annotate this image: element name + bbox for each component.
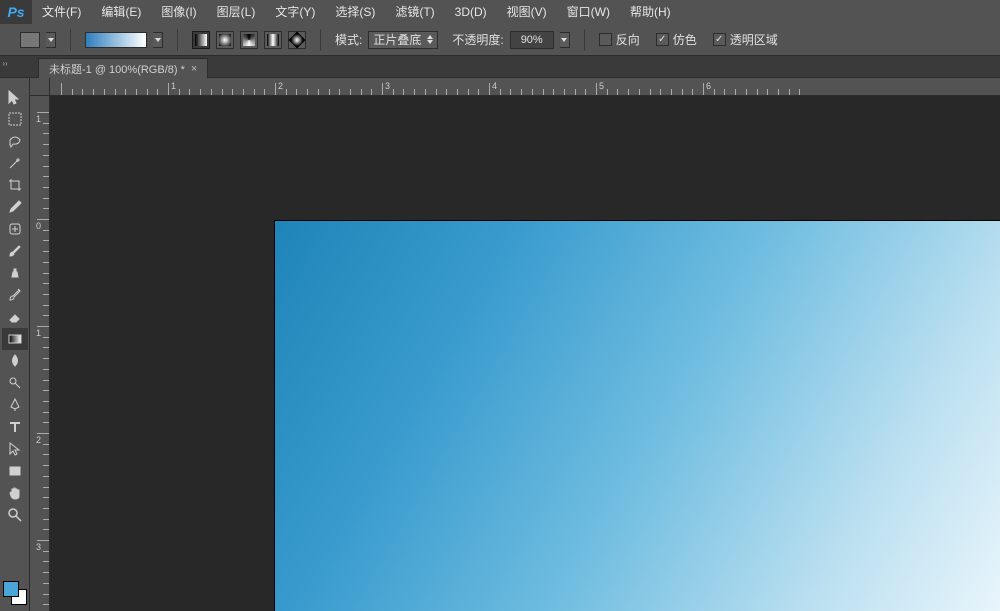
reverse-checkbox-wrap[interactable]: 反向 <box>599 31 640 48</box>
gradient-tool[interactable] <box>2 328 28 350</box>
ruler-v-label: 2 <box>36 435 41 445</box>
foreground-color-swatch[interactable] <box>3 581 19 597</box>
crop-tool[interactable] <box>2 174 28 196</box>
collapsed-panel-strip[interactable] <box>0 56 10 68</box>
menu-3d[interactable]: 3D(D) <box>445 0 497 24</box>
canvas-area: 1 2 3 4 5 6 1 0 1 2 3 <box>30 78 1000 611</box>
eyedropper-tool[interactable] <box>2 196 28 218</box>
gradient-radial-button[interactable] <box>216 31 234 49</box>
eraser-tool[interactable] <box>2 306 28 328</box>
pen-tool[interactable] <box>2 394 28 416</box>
transparency-checkbox[interactable] <box>713 33 726 46</box>
ruler-v-label: 1 <box>36 328 41 338</box>
ruler-h-label: 3 <box>385 81 390 91</box>
document-tab-bar: 未标题-1 @ 100%(RGB/8) * × <box>0 56 1000 78</box>
reverse-checkbox[interactable] <box>599 33 612 46</box>
mode-stepper <box>427 35 433 44</box>
document-canvas[interactable] <box>275 221 1000 611</box>
healing-brush-tool[interactable] <box>2 218 28 240</box>
menu-view[interactable]: 视图(V) <box>497 0 557 24</box>
gradient-diamond-button[interactable] <box>288 31 306 49</box>
ruler-h-label: 6 <box>706 81 711 91</box>
menu-edit[interactable]: 编辑(E) <box>91 0 151 24</box>
transparency-checkbox-wrap[interactable]: 透明区域 <box>713 31 778 48</box>
hand-tool[interactable] <box>2 482 28 504</box>
tool-preset-dropdown[interactable] <box>46 32 56 48</box>
menu-text[interactable]: 文字(Y) <box>265 0 325 24</box>
gradient-picker[interactable] <box>85 32 147 48</box>
close-icon[interactable]: × <box>191 63 197 75</box>
options-bar: 模式: 正片叠底 不透明度: 90% 反向 仿色 透明区域 <box>0 24 1000 56</box>
path-select-tool[interactable] <box>2 438 28 460</box>
workspace: 1 2 3 4 5 6 1 0 1 2 3 <box>0 78 1000 611</box>
transparency-label: 透明区域 <box>730 31 778 48</box>
menu-file[interactable]: 文件(F) <box>32 0 91 24</box>
menu-filter[interactable]: 滤镜(T) <box>385 0 444 24</box>
zoom-tool[interactable] <box>2 504 28 526</box>
move-tool[interactable] <box>2 86 28 108</box>
opacity-dropdown[interactable] <box>560 32 570 48</box>
blend-mode-select[interactable]: 正片叠底 <box>368 31 438 49</box>
color-swatches[interactable] <box>3 581 27 605</box>
blend-mode-value: 正片叠底 <box>373 31 421 48</box>
menu-help[interactable]: 帮助(H) <box>620 0 681 24</box>
dither-checkbox-wrap[interactable]: 仿色 <box>656 31 697 48</box>
vertical-ruler[interactable]: 1 0 1 2 3 <box>30 96 50 611</box>
marquee-tool[interactable] <box>2 108 28 130</box>
horizontal-ruler[interactable]: 1 2 3 4 5 6 <box>50 78 1000 96</box>
blur-tool[interactable] <box>2 350 28 372</box>
magic-wand-tool[interactable] <box>2 152 28 174</box>
separator <box>584 29 585 51</box>
dodge-tool[interactable] <box>2 372 28 394</box>
canvas-background <box>50 96 1000 611</box>
ruler-h-label: 1 <box>171 81 176 91</box>
menu-select[interactable]: 选择(S) <box>325 0 385 24</box>
separator <box>320 29 321 51</box>
lasso-tool[interactable] <box>2 130 28 152</box>
document-tab-title: 未标题-1 @ 100%(RGB/8) * <box>49 61 185 77</box>
app-logo[interactable]: Ps <box>0 0 32 24</box>
ruler-h-label: 2 <box>278 81 283 91</box>
ruler-v-label: 0 <box>36 221 41 231</box>
rectangle-tool[interactable] <box>2 460 28 482</box>
brush-tool[interactable] <box>2 240 28 262</box>
gradient-angle-button[interactable] <box>240 31 258 49</box>
tool-preset-picker[interactable] <box>20 32 40 48</box>
separator <box>177 29 178 51</box>
document-tab[interactable]: 未标题-1 @ 100%(RGB/8) * × <box>38 58 208 78</box>
clone-stamp-tool[interactable] <box>2 262 28 284</box>
reverse-label: 反向 <box>616 31 640 48</box>
mode-label: 模式: <box>335 31 362 48</box>
gradient-reflected-button[interactable] <box>264 31 282 49</box>
separator <box>70 29 71 51</box>
dither-label: 仿色 <box>673 31 697 48</box>
menu-bar: Ps 文件(F) 编辑(E) 图像(I) 图层(L) 文字(Y) 选择(S) 滤… <box>0 0 1000 24</box>
gradient-linear-button[interactable] <box>192 31 210 49</box>
ruler-h-label: 5 <box>599 81 604 91</box>
menu-image[interactable]: 图像(I) <box>151 0 206 24</box>
ruler-v-label: 3 <box>36 542 41 552</box>
menu-window[interactable]: 窗口(W) <box>557 0 620 24</box>
ruler-v-label: 1 <box>36 114 41 124</box>
gradient-picker-dropdown[interactable] <box>153 32 163 48</box>
opacity-input[interactable]: 90% <box>510 31 554 49</box>
tools-panel <box>0 78 30 611</box>
ruler-h-label: 4 <box>492 81 497 91</box>
ruler-corner[interactable] <box>30 78 50 96</box>
dither-checkbox[interactable] <box>656 33 669 46</box>
type-tool[interactable] <box>2 416 28 438</box>
menu-layer[interactable]: 图层(L) <box>207 0 266 24</box>
history-brush-tool[interactable] <box>2 284 28 306</box>
opacity-label: 不透明度: <box>452 31 503 48</box>
